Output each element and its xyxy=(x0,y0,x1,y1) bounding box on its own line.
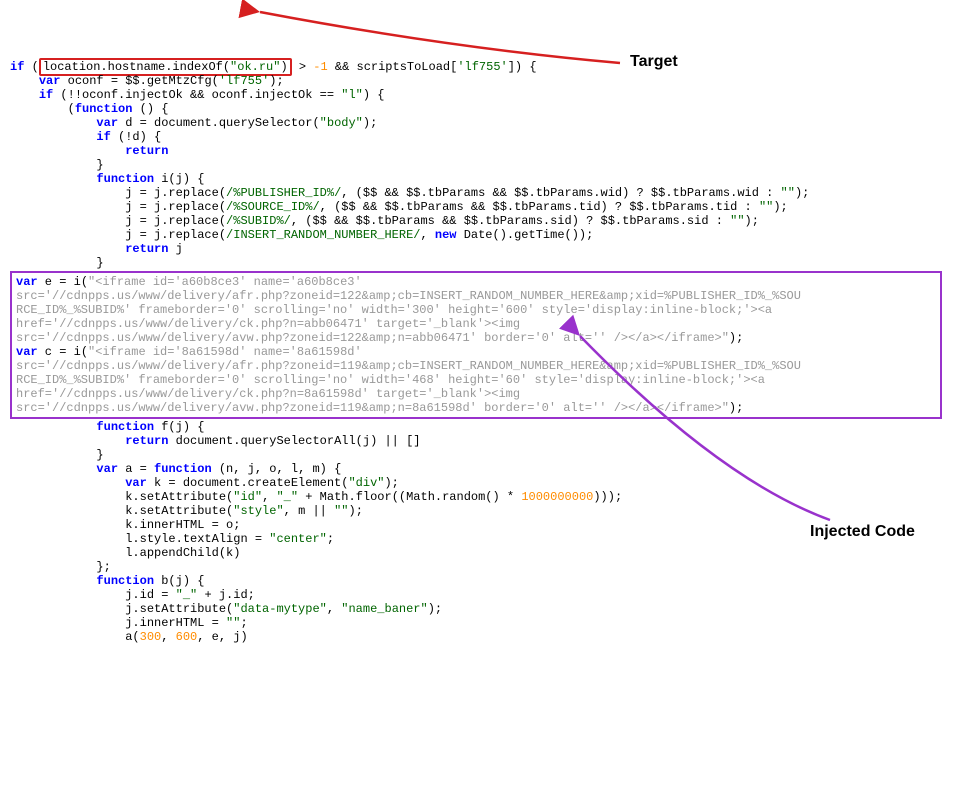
keyword-if: if xyxy=(10,60,24,74)
code-block: if (location.hostname.indexOf("ok.ru") >… xyxy=(10,60,967,644)
annotation-target: Target xyxy=(630,55,678,69)
injected-code-highlight: var e = i("<iframe id='a60b8ce3' name='a… xyxy=(10,271,942,419)
annotation-injected: Injected Code xyxy=(810,525,915,539)
arrow-target xyxy=(250,8,630,68)
